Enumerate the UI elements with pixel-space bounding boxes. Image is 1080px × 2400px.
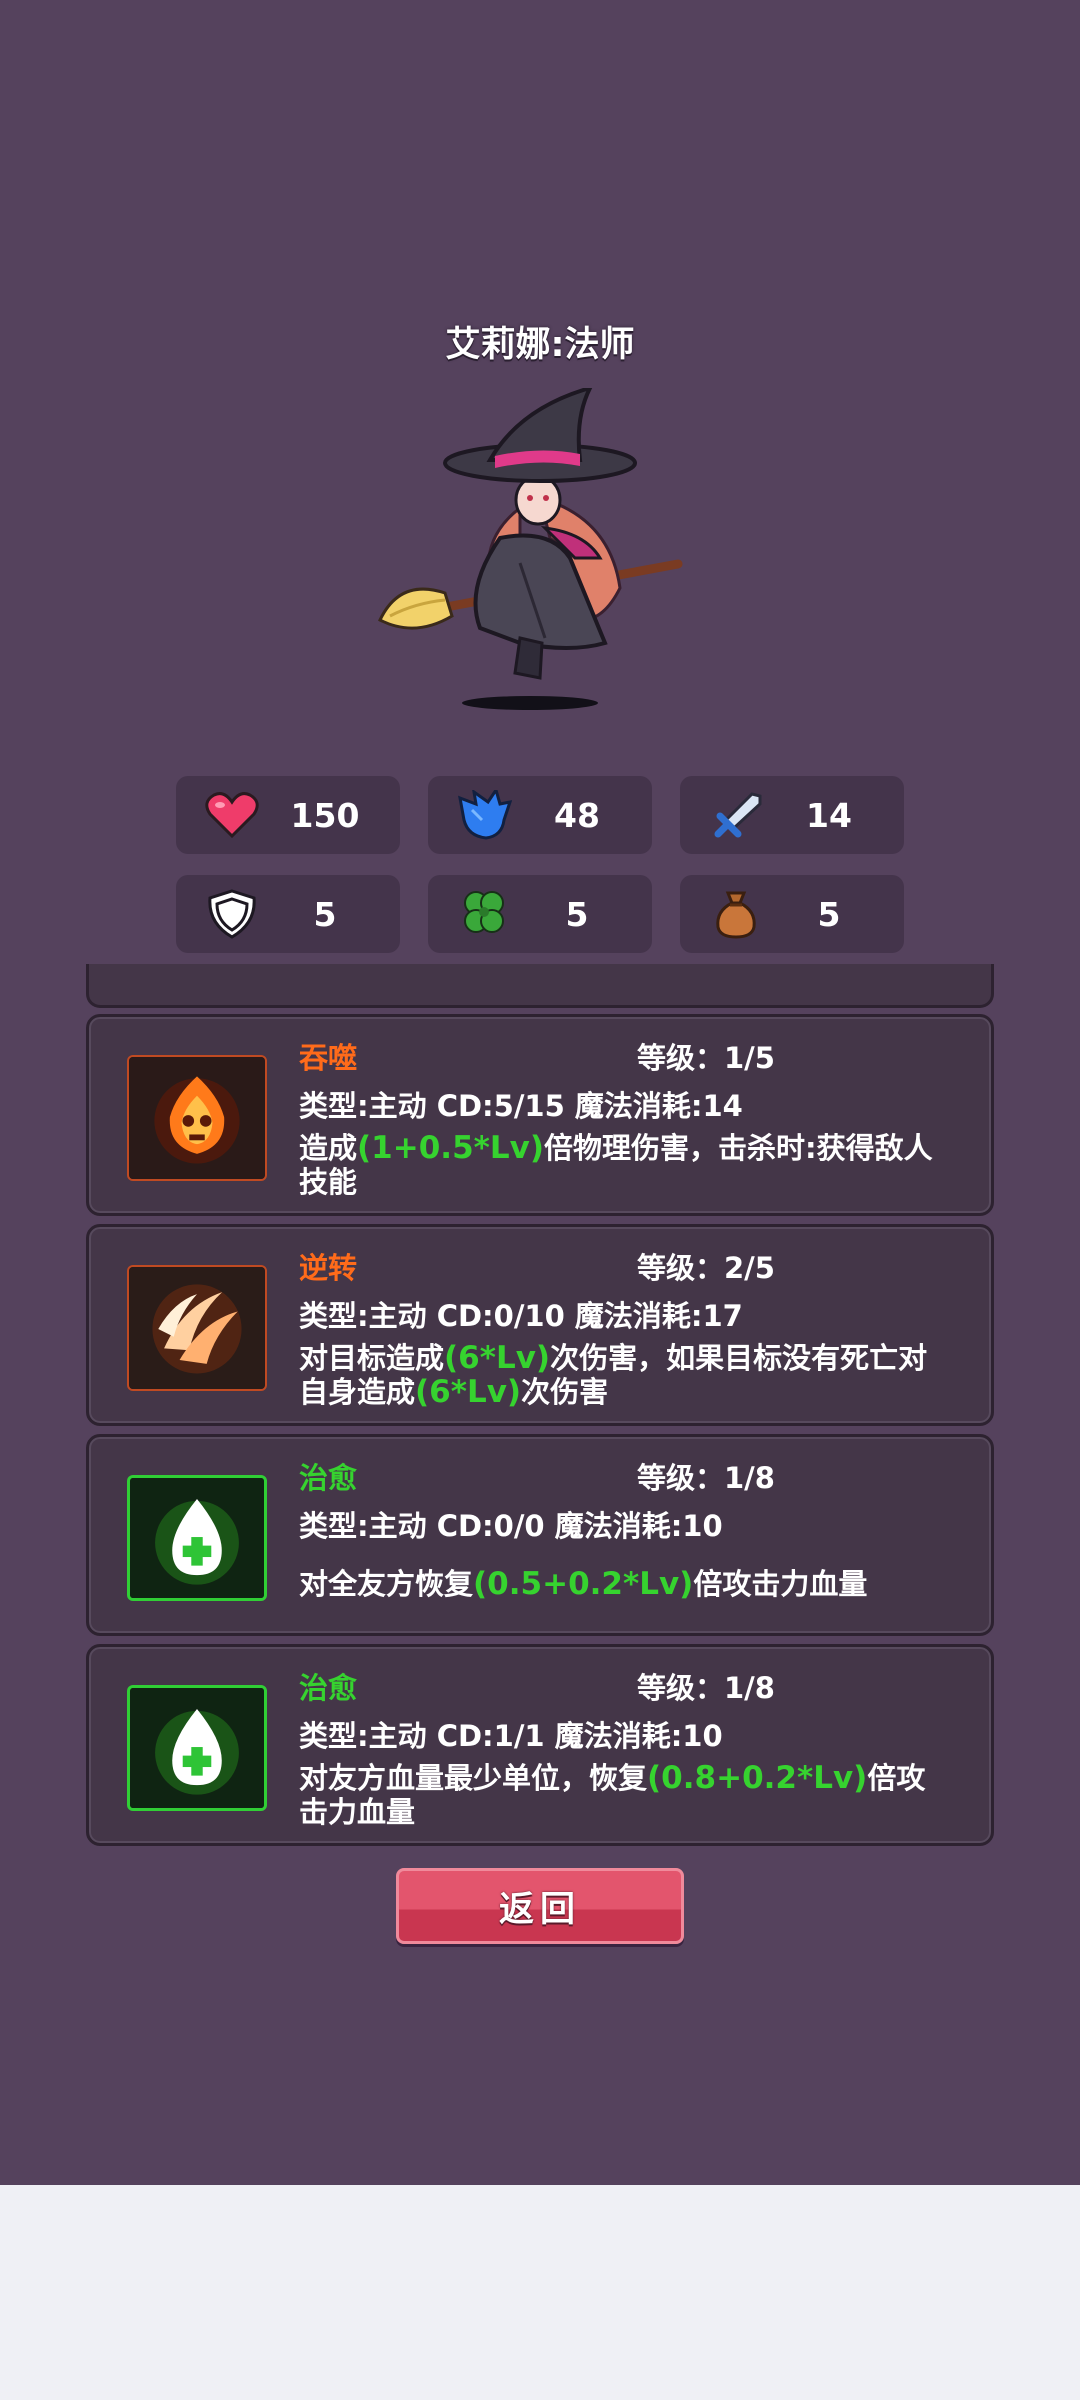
skill-desc-text: 倍攻击力血量 — [693, 1567, 868, 1601]
skill-description: 对友方血量最少单位，恢复(0.8+0.2*Lv)倍攻击力血量 — [299, 1761, 949, 1829]
game-screen: 艾莉娜:法师 150 48 14 5 5 5 吞噬 等级：1/5 类型:主动 C… — [0, 0, 1080, 2185]
skill-level: 等级：1/5 — [637, 1041, 775, 1075]
skill-description: 对目标造成(6*Lv)次伤害，如果目标没有死亡对自身造成(6*Lv)次伤害 — [299, 1341, 949, 1409]
skill-desc-text: 对目标造成 — [299, 1341, 445, 1375]
slash-claw-icon — [127, 1265, 267, 1391]
skill-meta: 类型:主动 CD:0/10 魔法消耗:17 — [299, 1299, 743, 1333]
skill-description: 造成(1+0.5*Lv)倍物理伤害，击杀时:获得敌人技能 — [299, 1131, 949, 1199]
stat-attack-value: 14 — [806, 795, 852, 835]
skill-card[interactable]: 治愈 等级：1/8 类型:主动 CD:1/1 魔法消耗:10 对友方血量最少单位… — [86, 1644, 994, 1846]
skill-desc-text: 对友方血量最少单位，恢复 — [299, 1761, 648, 1795]
mana-crystal-icon — [458, 790, 512, 840]
skill-desc-text: 造成 — [299, 1131, 358, 1165]
skill-level: 等级：1/8 — [637, 1671, 775, 1705]
skill-formula: (0.8+0.2*Lv) — [647, 1760, 868, 1796]
hero-title: 艾莉娜:法师 — [445, 325, 635, 365]
skill-card[interactable]: 吞噬 等级：1/5 类型:主动 CD:5/15 魔法消耗:14 造成(1+0.5… — [86, 1014, 994, 1216]
skill-card[interactable]: 治愈 等级：1/8 类型:主动 CD:0/0 魔法消耗:10 对全友方恢复(0.… — [86, 1434, 994, 1636]
heal-drop-icon — [127, 1475, 267, 1601]
skill-meta: 类型:主动 CD:1/1 魔法消耗:10 — [299, 1719, 723, 1753]
stat-defense-value: 5 — [313, 894, 337, 934]
witch-hero-sprite — [378, 388, 683, 710]
skill-name: 治愈 — [299, 1461, 358, 1495]
skill-description: 对全友方恢复(0.5+0.2*Lv)倍攻击力血量 — [299, 1567, 949, 1601]
skill-name: 治愈 — [299, 1671, 358, 1705]
money-bag-icon — [716, 891, 756, 939]
skill-meta: 类型:主动 CD:0/0 魔法消耗:10 — [299, 1509, 723, 1543]
skill-desc-text: 对全友方恢复 — [299, 1567, 474, 1601]
skill-formula: (1+0.5*Lv) — [357, 1130, 544, 1166]
skill-formula: (0.5+0.2*Lv) — [473, 1566, 694, 1602]
stat-health-value: 150 — [290, 795, 360, 835]
clover-icon — [464, 891, 504, 933]
skill-formula: (6*Lv) — [444, 1340, 551, 1376]
fire-skull-icon — [127, 1055, 267, 1181]
stat-defense: 5 — [176, 875, 400, 953]
heart-icon — [205, 792, 259, 839]
stat-mana-value: 48 — [554, 795, 600, 835]
skill-level: 等级：1/8 — [637, 1461, 775, 1495]
skill-name: 吞噬 — [299, 1041, 358, 1075]
skill-formula: (6*Lv) — [415, 1374, 522, 1410]
back-button[interactable]: 返回 — [396, 1868, 684, 1944]
skill-desc-text: 次伤害 — [521, 1375, 609, 1409]
stat-gold: 5 — [680, 875, 904, 953]
stat-gold-value: 5 — [817, 894, 841, 934]
stat-mana: 48 — [428, 776, 652, 854]
stat-luck: 5 — [428, 875, 652, 953]
skill-list-top-edge — [86, 964, 994, 1008]
stat-health: 150 — [176, 776, 400, 854]
skill-name: 逆转 — [299, 1251, 358, 1285]
skill-level: 等级：2/5 — [637, 1251, 775, 1285]
stat-attack: 14 — [680, 776, 904, 854]
heal-drop-icon — [127, 1685, 267, 1811]
sword-icon — [714, 792, 762, 838]
shield-icon — [208, 889, 256, 939]
stat-luck-value: 5 — [565, 894, 589, 934]
skill-card[interactable]: 逆转 等级：2/5 类型:主动 CD:0/10 魔法消耗:17 对目标造成(6*… — [86, 1224, 994, 1426]
skill-meta: 类型:主动 CD:5/15 魔法消耗:14 — [299, 1089, 743, 1123]
